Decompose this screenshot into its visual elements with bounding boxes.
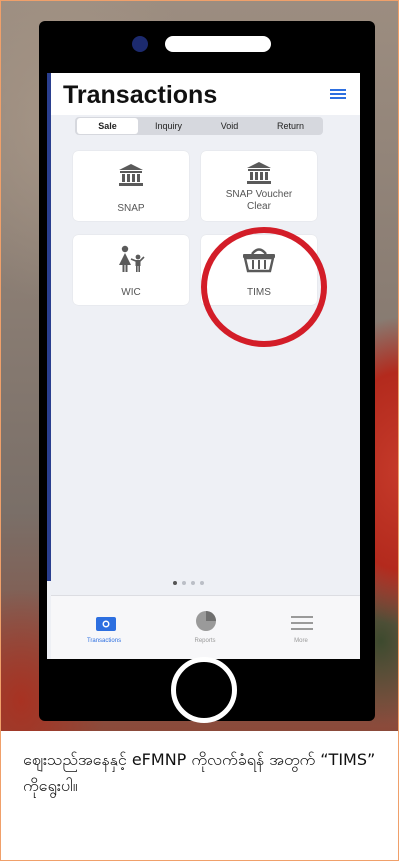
tile-snap-voucher-clear[interactable]: SNAP Voucher Clear — [201, 151, 317, 221]
mother-child-icon — [119, 245, 145, 272]
tile-label: SNAP Voucher Clear — [225, 189, 293, 212]
page-dot — [182, 581, 186, 585]
tab-transactions[interactable]: Transactions — [59, 596, 149, 659]
tab-more[interactable]: More — [256, 596, 346, 659]
page-indicator — [173, 581, 204, 585]
instruction-caption: ဈေးသည်အနေနှင့် eFMNP ကိုလက်ခံရန် အတွက် “… — [23, 750, 376, 795]
segment-sale[interactable]: Sale — [77, 118, 138, 134]
front-camera — [132, 36, 148, 52]
tab-bar: Transactions Reports More — [51, 595, 360, 659]
page-dot — [200, 581, 204, 585]
tile-wic[interactable]: WIC — [73, 235, 189, 305]
tile-snap[interactable]: SNAP — [73, 151, 189, 221]
pie-chart-icon — [196, 611, 216, 631]
tab-reports[interactable]: Reports — [160, 596, 250, 659]
tab-label: Reports — [194, 638, 216, 644]
page-dot — [191, 581, 195, 585]
phone-device: Transactions Sale Inquiry Void Return SN… — [39, 21, 375, 723]
list-icon[interactable] — [330, 89, 346, 101]
side-accent-bar — [47, 73, 51, 581]
app-screen: Transactions Sale Inquiry Void Return SN… — [47, 73, 360, 659]
tile-label: WIC — [121, 287, 141, 298]
card-icon — [96, 617, 116, 631]
segment-inquiry[interactable]: Inquiry — [138, 118, 199, 134]
page-dot — [173, 581, 177, 585]
instruction-card: Transactions Sale Inquiry Void Return SN… — [0, 0, 399, 861]
segment-void[interactable]: Void — [199, 118, 260, 134]
transaction-type-segmented-control: Sale Inquiry Void Return — [75, 117, 323, 135]
app-header: Transactions — [51, 73, 360, 115]
tile-label: SNAP — [117, 203, 145, 214]
menu-icon — [291, 616, 313, 630]
tab-label: Transactions — [86, 638, 122, 644]
page-title: Transactions — [63, 81, 218, 109]
speaker-slot — [165, 36, 271, 52]
bank-icon — [247, 162, 271, 184]
home-button[interactable] — [171, 657, 237, 723]
tab-label: More — [294, 638, 308, 644]
bank-icon — [119, 164, 143, 186]
segment-return[interactable]: Return — [260, 118, 321, 134]
highlight-circle — [201, 227, 327, 347]
